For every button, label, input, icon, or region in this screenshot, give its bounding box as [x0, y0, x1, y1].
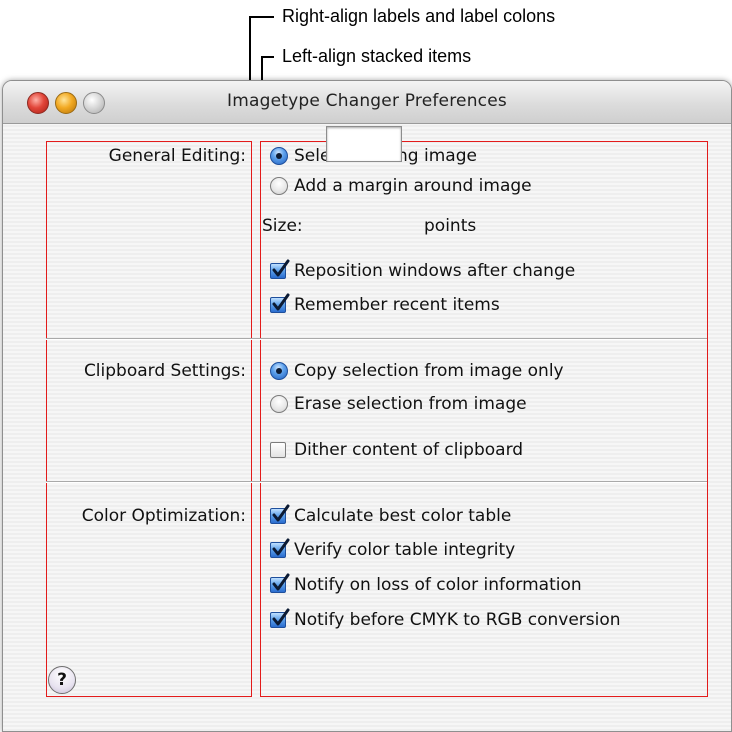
section-divider-1 [46, 338, 707, 340]
radio-erase-selection-label: Erase selection from image [294, 394, 527, 414]
check-notify-loss[interactable]: Notify on loss of color information [270, 573, 582, 595]
radio-erase-selection[interactable]: Erase selection from image [270, 394, 527, 414]
general-editing-label: General Editing: [108, 146, 246, 166]
checkbox-checked[interactable] [270, 573, 290, 593]
help-button[interactable]: ? [48, 666, 76, 694]
checkbox-checked[interactable] [270, 293, 290, 313]
size-unit: points [424, 216, 477, 236]
radio-copy-selection[interactable]: Copy selection from image only [270, 361, 564, 381]
radio-button-selected[interactable] [270, 362, 288, 380]
check-reposition[interactable]: Reposition windows after change [270, 259, 576, 281]
checkbox-unchecked[interactable] [270, 442, 286, 458]
radio-button[interactable] [270, 177, 288, 195]
check-notify-cmyk[interactable]: Notify before CMYK to RGB conversion [270, 608, 621, 630]
check-dither[interactable]: Dither content of clipboard [270, 440, 523, 460]
callout-right-align: Right-align labels and label colons [282, 6, 556, 26]
check-reposition-label: Reposition windows after change [294, 261, 576, 281]
window-title: Imagetype Changer Preferences [227, 91, 507, 111]
radio-add-margin[interactable]: Add a margin around image [270, 176, 532, 196]
check-best-color-label: Calculate best color table [294, 506, 512, 526]
callout-left-align-leader [262, 56, 274, 58]
section-divider-2 [46, 481, 707, 483]
check-best-color[interactable]: Calculate best color table [270, 504, 512, 526]
check-recent[interactable]: Remember recent items [270, 293, 500, 315]
radio-button[interactable] [270, 395, 288, 413]
radio-button-selected[interactable] [270, 147, 288, 165]
check-recent-label: Remember recent items [294, 295, 500, 315]
check-verify-color-label: Verify color table integrity [294, 540, 516, 560]
clipboard-settings-label: Clipboard Settings: [83, 361, 246, 381]
size-input[interactable] [326, 126, 402, 162]
check-notify-loss-label: Notify on loss of color information [294, 575, 582, 595]
checkbox-checked[interactable] [270, 608, 290, 628]
size-label: Size: [262, 216, 303, 236]
callout-left-align: Left-align stacked items [282, 46, 472, 66]
radio-add-margin-label: Add a margin around image [294, 176, 532, 196]
checkbox-checked[interactable] [270, 538, 290, 558]
label-column-guide [46, 141, 252, 697]
radio-copy-selection-label: Copy selection from image only [294, 361, 564, 381]
check-verify-color[interactable]: Verify color table integrity [270, 538, 516, 560]
check-notify-cmyk-label: Notify before CMYK to RGB conversion [294, 610, 621, 630]
checkbox-checked[interactable] [270, 259, 290, 279]
checkbox-checked[interactable] [270, 504, 290, 524]
check-dither-label: Dither content of clipboard [294, 440, 524, 460]
title-bar[interactable]: Imagetype Changer Preferences [3, 81, 731, 124]
color-optimization-label: Color Optimization: [81, 506, 246, 526]
callout-right-align-leader [250, 16, 274, 18]
